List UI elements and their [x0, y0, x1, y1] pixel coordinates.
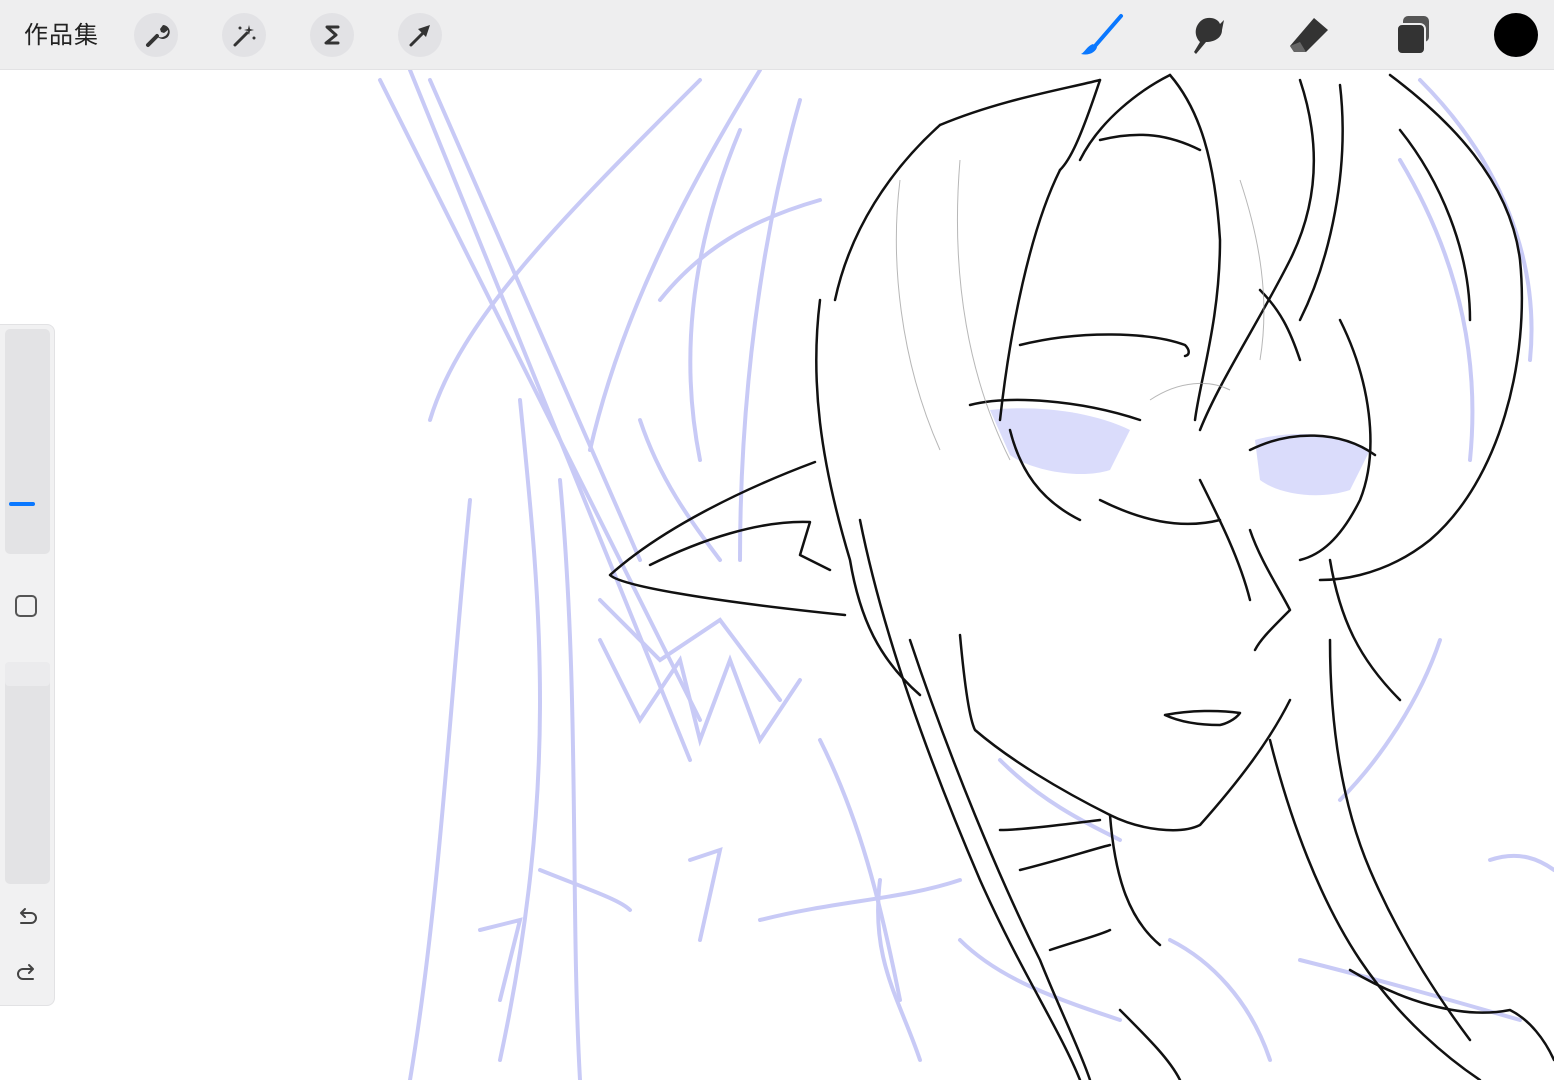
- wrench-icon: [146, 25, 170, 47]
- eraser-icon: [1290, 18, 1328, 52]
- adjustments-button[interactable]: [222, 13, 266, 57]
- actions-button[interactable]: [134, 13, 178, 57]
- undo-icon[interactable]: [14, 905, 40, 931]
- smudge-tool-button[interactable]: [1178, 10, 1232, 60]
- opacity-thumb[interactable]: [5, 662, 50, 686]
- transform-button[interactable]: [398, 13, 442, 57]
- selection-s-icon: [324, 25, 340, 45]
- brush-size-slider[interactable]: [5, 329, 50, 554]
- brush-tool-button[interactable]: [1075, 10, 1129, 60]
- arrow-cursor-icon: [409, 25, 430, 47]
- smudge-icon: [1194, 17, 1224, 54]
- layers-button[interactable]: [1386, 10, 1440, 60]
- color-picker-button[interactable]: [1494, 13, 1538, 57]
- brush-size-indicator: [9, 502, 35, 506]
- opacity-slider[interactable]: [5, 662, 50, 884]
- eraser-tool-button[interactable]: [1282, 10, 1336, 60]
- square-modify-icon[interactable]: [15, 595, 37, 617]
- redo-icon[interactable]: [14, 961, 40, 987]
- side-toolbar: [0, 324, 55, 1006]
- layers-icon: [1396, 16, 1429, 55]
- sketch-artwork: [378, 70, 1554, 1080]
- top-toolbar: 作品集: [0, 0, 1554, 70]
- drawing-canvas[interactable]: [0, 70, 1554, 1080]
- magic-wand-icon: [233, 25, 256, 47]
- brush-icon: [1081, 14, 1123, 55]
- gallery-button[interactable]: 作品集: [24, 18, 99, 52]
- selection-button[interactable]: [310, 13, 354, 57]
